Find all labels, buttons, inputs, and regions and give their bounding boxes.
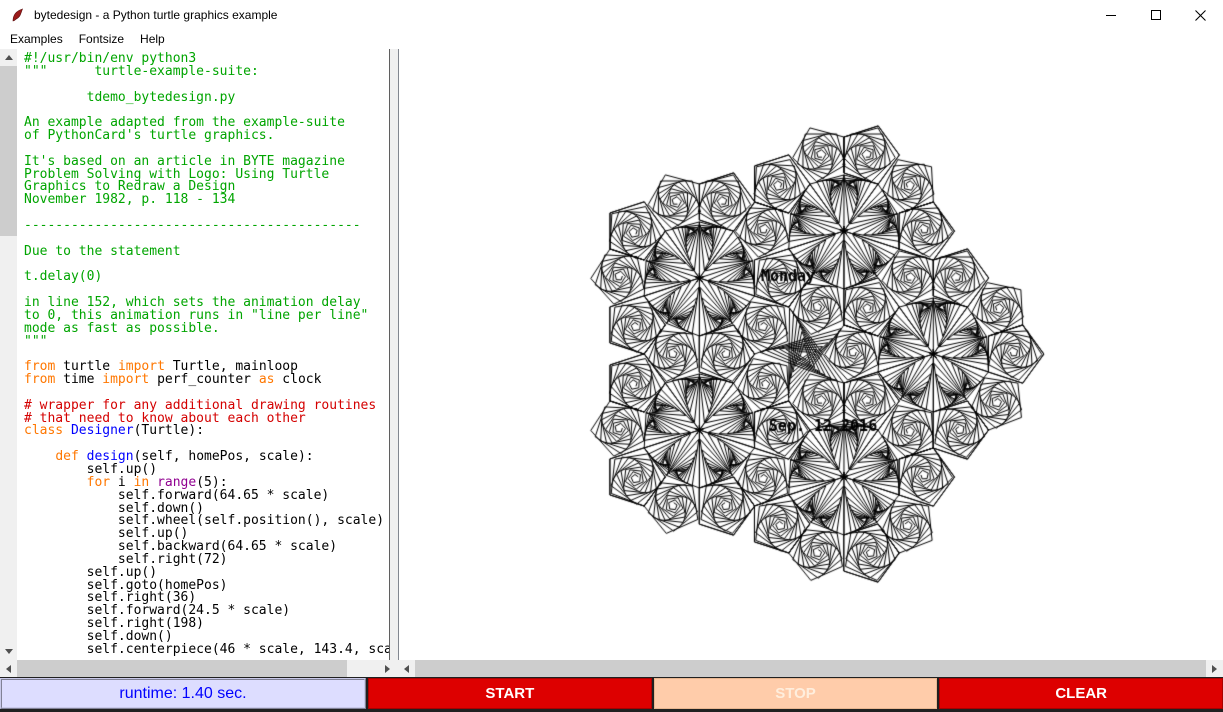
code-token: as: [259, 372, 275, 387]
editor-vertical-scrollbar[interactable]: [0, 49, 17, 660]
close-button[interactable]: [1178, 0, 1223, 30]
pane-sash[interactable]: [390, 49, 398, 660]
code-line: tdemo_bytedesign.py: [24, 92, 389, 105]
code-line: t.delay(0): [24, 271, 389, 284]
code-token: tdemo_bytedesign.py: [24, 90, 235, 105]
code-line: class Designer(Turtle):: [24, 425, 389, 438]
maximize-icon: [1151, 10, 1161, 20]
hscroll-row: [0, 660, 1223, 677]
code-token: """ turtle-example-suite:: [24, 64, 259, 79]
scroll-left-button[interactable]: [398, 660, 415, 677]
scroll-down-icon: [5, 649, 13, 654]
code-token: Designer: [71, 423, 134, 438]
turtle-canvas[interactable]: [399, 49, 1223, 660]
code-token: class: [24, 423, 63, 438]
app-icon: [10, 7, 26, 23]
scroll-up-icon: [5, 55, 13, 60]
scroll-left-button[interactable]: [0, 660, 17, 677]
menu-fontsize[interactable]: Fontsize: [71, 30, 132, 49]
bottom-bar: runtime: 1.40 sec. START STOP CLEAR: [0, 677, 1223, 712]
code-token: t.delay(0): [24, 269, 102, 284]
stop-button: STOP: [654, 678, 938, 709]
code-line: November 1982, p. 118 - 134: [24, 194, 389, 207]
scroll-down-button[interactable]: [0, 643, 17, 660]
minimize-button[interactable]: [1088, 0, 1133, 30]
editor-horizontal-scrollbar[interactable]: [0, 660, 396, 677]
runtime-status-label: runtime: 1.40 sec.: [0, 678, 366, 709]
maximize-button[interactable]: [1133, 0, 1178, 30]
code-line: """: [24, 336, 389, 349]
menu-examples[interactable]: Examples: [2, 30, 71, 49]
code-token: mode as fast as possible.: [24, 321, 220, 336]
window-controls: [1088, 0, 1223, 30]
code-line: self.centerpiece(46 * scale, 143.4, scal…: [24, 644, 389, 657]
minimize-icon: [1106, 15, 1116, 16]
code-token: ----------------------------------------…: [24, 218, 361, 233]
scroll-up-button[interactable]: [0, 49, 17, 66]
code-line: mode as fast as possible.: [24, 323, 389, 336]
code-token: """: [24, 334, 47, 349]
scroll-right-icon: [385, 665, 390, 673]
clear-button[interactable]: CLEAR: [939, 678, 1223, 709]
code-area[interactable]: #!/usr/bin/env python3""" turtle-example…: [17, 49, 390, 660]
scroll-right-button[interactable]: [1206, 660, 1223, 677]
code-line: from time import perf_counter as clock: [24, 374, 389, 387]
code-token: import: [102, 372, 149, 387]
main-area: #!/usr/bin/env python3""" turtle-example…: [0, 49, 1223, 660]
editor-hscroll-thumb[interactable]: [17, 660, 347, 677]
code-token: of PythonCard's turtle graphics.: [24, 128, 274, 143]
scroll-right-button[interactable]: [379, 660, 396, 677]
code-token: (self, homePos, scale):: [134, 449, 314, 464]
code-token: (Turtle):: [134, 423, 204, 438]
code-line: Due to the statement: [24, 246, 389, 259]
close-icon: [1195, 10, 1206, 21]
code-token: [63, 423, 71, 438]
code-token: perf_counter: [149, 372, 259, 387]
code-token: clock: [274, 372, 321, 387]
canvas-horizontal-scrollbar[interactable]: [398, 660, 1223, 677]
code-token: November 1982, p. 118 - 134: [24, 192, 235, 207]
scroll-left-icon: [404, 665, 409, 673]
code-token: time: [55, 372, 102, 387]
canvas-hscroll-thumb[interactable]: [415, 660, 1206, 677]
titlebar[interactable]: bytedesign - a Python turtle graphics ex…: [0, 0, 1223, 30]
code-token: Due to the statement: [24, 244, 181, 259]
code-line: of PythonCard's turtle graphics.: [24, 130, 389, 143]
code-line: ----------------------------------------…: [24, 220, 389, 233]
start-button[interactable]: START: [368, 678, 652, 709]
window-title: bytedesign - a Python turtle graphics ex…: [34, 8, 277, 22]
scroll-right-icon: [1212, 665, 1217, 673]
scroll-left-icon: [6, 665, 11, 673]
code-line: """ turtle-example-suite:: [24, 66, 389, 79]
code-token: from: [24, 372, 55, 387]
code-token: self.centerpiece(46 * scale, 143.4, scal…: [24, 642, 390, 657]
vertical-scroll-thumb[interactable]: [0, 66, 17, 236]
menu-help[interactable]: Help: [132, 30, 173, 49]
menubar: Examples Fontsize Help: [0, 30, 1223, 49]
graphics-pane: [398, 49, 1223, 660]
app-window: bytedesign - a Python turtle graphics ex…: [0, 0, 1223, 712]
